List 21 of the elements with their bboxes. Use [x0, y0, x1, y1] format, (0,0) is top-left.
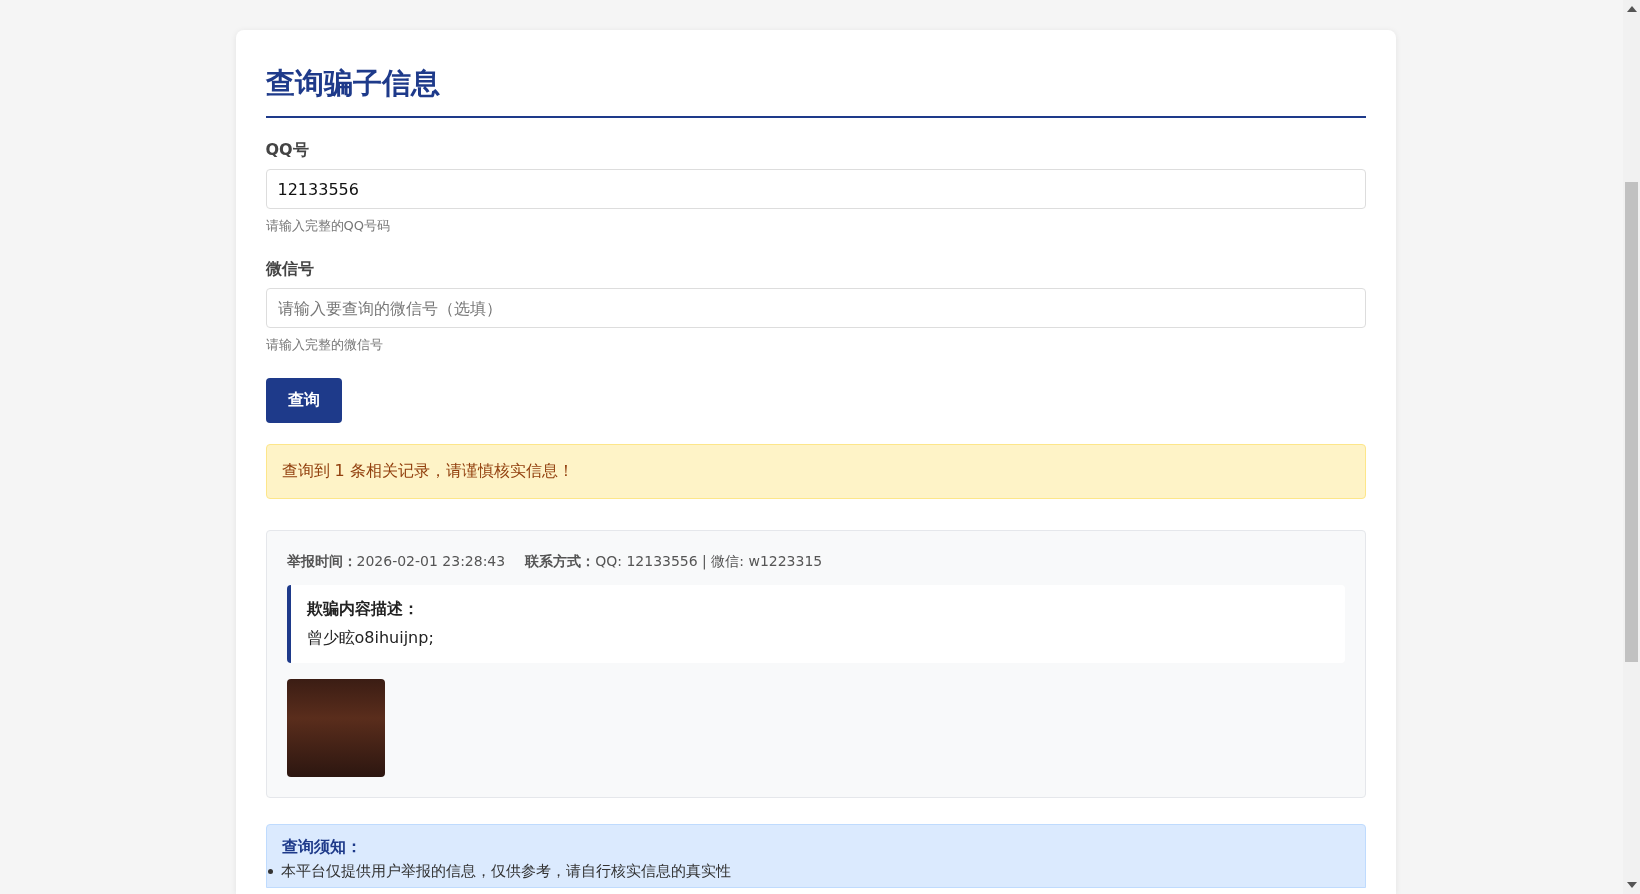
result-alert: 查询到 1 条相关记录，请谨慎核实信息！: [265, 444, 1366, 499]
field-hint: 请输入完整的微信号: [265, 336, 383, 354]
scrollbar[interactable]: [1623, 0, 1640, 894]
description-title: 欺骗内容描述：: [306, 599, 419, 620]
field-label: QQ号: [265, 140, 309, 161]
record-meta: 举报时间：2026-02-01 23:28:43: [286, 553, 506, 571]
scrollbar-thumb[interactable]: [1625, 182, 1638, 662]
photo-placeholder[interactable]: [286, 679, 385, 777]
scroll-down-icon[interactable]: [1626, 882, 1637, 888]
field-label: 微信号: [265, 259, 314, 280]
notice-title: 查询须知：: [281, 837, 362, 858]
field-hint: 请输入完整的QQ号码: [265, 217, 390, 235]
record-meta: 联系方式：QQ: 12133556 | 微信: w1223315: [525, 553, 823, 571]
description-text: 曾少眩o8ihuijnp;: [306, 628, 434, 649]
notice-text: 本平台仅提供用户举报的信息，仅供参考，请自行核实信息的真实性: [280, 862, 731, 881]
bullet-icon: [267, 869, 273, 874]
search-button[interactable]: 查询: [265, 378, 342, 423]
input-field[interactable]: 12133556: [265, 169, 1366, 209]
input-field[interactable]: 请输入要查询的微信号（选填）: [265, 288, 1366, 328]
scroll-up-icon[interactable]: [1626, 6, 1637, 12]
page-title: 查询骗子信息: [265, 65, 441, 102]
